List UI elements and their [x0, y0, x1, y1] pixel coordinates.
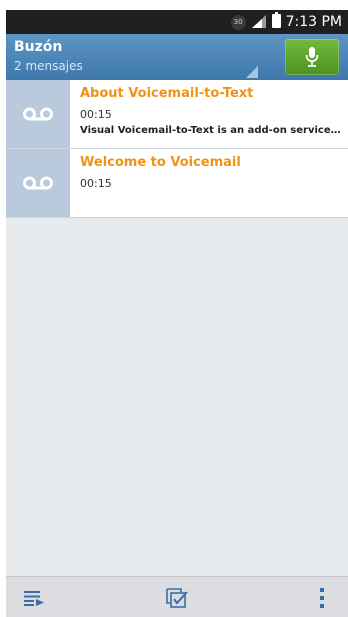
microphone-icon: [305, 47, 319, 67]
battery-icon: [271, 12, 281, 32]
overflow-menu-button[interactable]: [300, 577, 344, 617]
signal-icon: [251, 13, 267, 32]
select-checkbox-icon: [166, 587, 188, 608]
voicemail-duration: 00:15: [80, 108, 112, 121]
status-bar: 30 7:13 PM: [6, 10, 348, 34]
message-count: 2 mensajes: [14, 59, 83, 73]
voicemail-tile[interactable]: [6, 80, 70, 148]
voicemail-icon: [23, 176, 53, 190]
playlist-icon: [24, 590, 44, 606]
voicemail-title: Welcome to Voicemail: [80, 155, 241, 170]
phone-frame: 30 7:13 PM Buzón 2 mensajes About Voicem…: [0, 0, 348, 617]
voicemail-icon: [23, 107, 53, 121]
playlist-button[interactable]: [12, 577, 56, 617]
dropdown-corner-icon[interactable]: [246, 66, 258, 78]
select-messages-button[interactable]: [155, 577, 199, 617]
mailbox-title[interactable]: Buzón: [14, 39, 62, 55]
screen: 30 7:13 PM Buzón 2 mensajes About Voicem…: [6, 10, 348, 617]
overflow-menu-icon: [320, 587, 324, 608]
bottom-action-bar: [6, 576, 348, 617]
voicemail-title: About Voicemail-to-Text: [80, 86, 254, 101]
voicemail-list: About Voicemail-to-Text 00:15 Visual Voi…: [6, 80, 348, 218]
app-header[interactable]: Buzón 2 mensajes: [6, 34, 348, 80]
voice-record-button[interactable]: [285, 39, 339, 75]
status-time: 7:13 PM: [285, 14, 342, 30]
voicemail-tile[interactable]: [6, 149, 70, 217]
voicemail-item[interactable]: Welcome to Voicemail 00:15: [6, 149, 348, 218]
voicemail-preview: Visual Voicemail-to-Text is an add-on se…: [80, 125, 342, 136]
notification-badge: 30: [230, 14, 246, 30]
voicemail-duration: 00:15: [80, 177, 112, 190]
voicemail-item[interactable]: About Voicemail-to-Text 00:15 Visual Voi…: [6, 80, 348, 149]
status-icons: 30 7:13 PM: [230, 10, 342, 34]
